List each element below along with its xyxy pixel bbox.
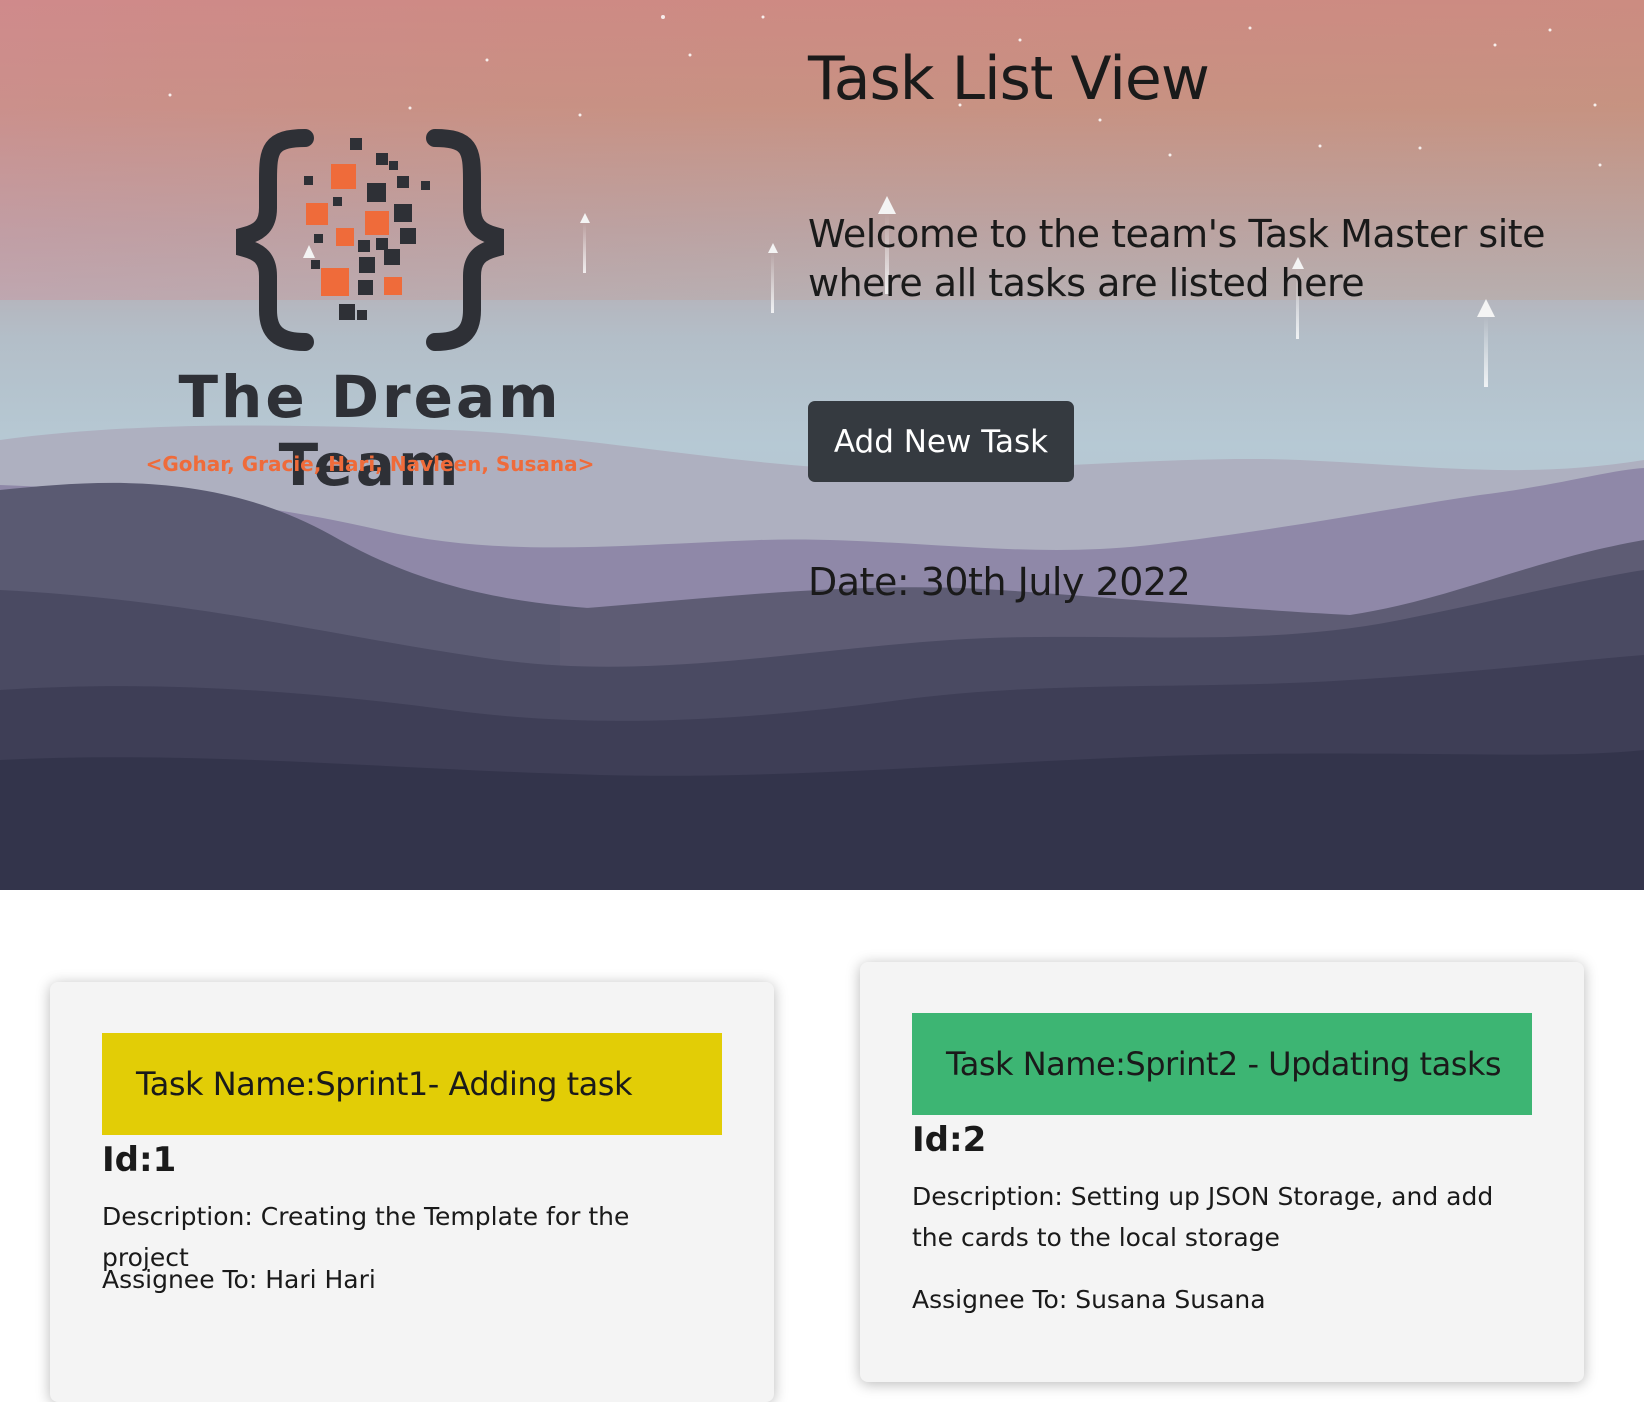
welcome-text: Welcome to the team's Task Master site w… xyxy=(808,212,1546,305)
hero-banner: The Dream Team <Gohar, Gracie, Hari, Nav… xyxy=(0,0,1644,890)
code-braces-icon xyxy=(236,129,504,351)
task-assignee: Assignee To: Susana Susana xyxy=(912,1285,1266,1314)
task-id: Id:1 xyxy=(102,1140,177,1180)
task-card: Task Name:Sprint2 - Updating tasks Id:2 … xyxy=(860,962,1584,1382)
add-new-task-button[interactable]: Add New Task xyxy=(808,401,1074,482)
task-description: Description: Setting up JSON Storage, an… xyxy=(912,1182,1494,1252)
page-title: Task List View xyxy=(808,44,1210,114)
logo-team-name: The Dream Team xyxy=(178,363,562,499)
task-card: Task Name:Sprint1- Adding task Id:1 Desc… xyxy=(50,982,774,1402)
task-assignee: Assignee To: Hari Hari xyxy=(102,1265,376,1294)
dream-team-logo: The Dream Team <Gohar, Gracie, Hari, Nav… xyxy=(100,120,640,499)
logo-members: <Gohar, Gracie, Hari, Navleen, Susana> xyxy=(145,452,595,476)
date-text: Date: 30th July 2022 xyxy=(808,560,1191,604)
task-id: Id:2 xyxy=(912,1120,987,1160)
task-name-header: Task Name:Sprint2 - Updating tasks xyxy=(912,1013,1532,1115)
task-name-header: Task Name:Sprint1- Adding task xyxy=(102,1033,722,1135)
